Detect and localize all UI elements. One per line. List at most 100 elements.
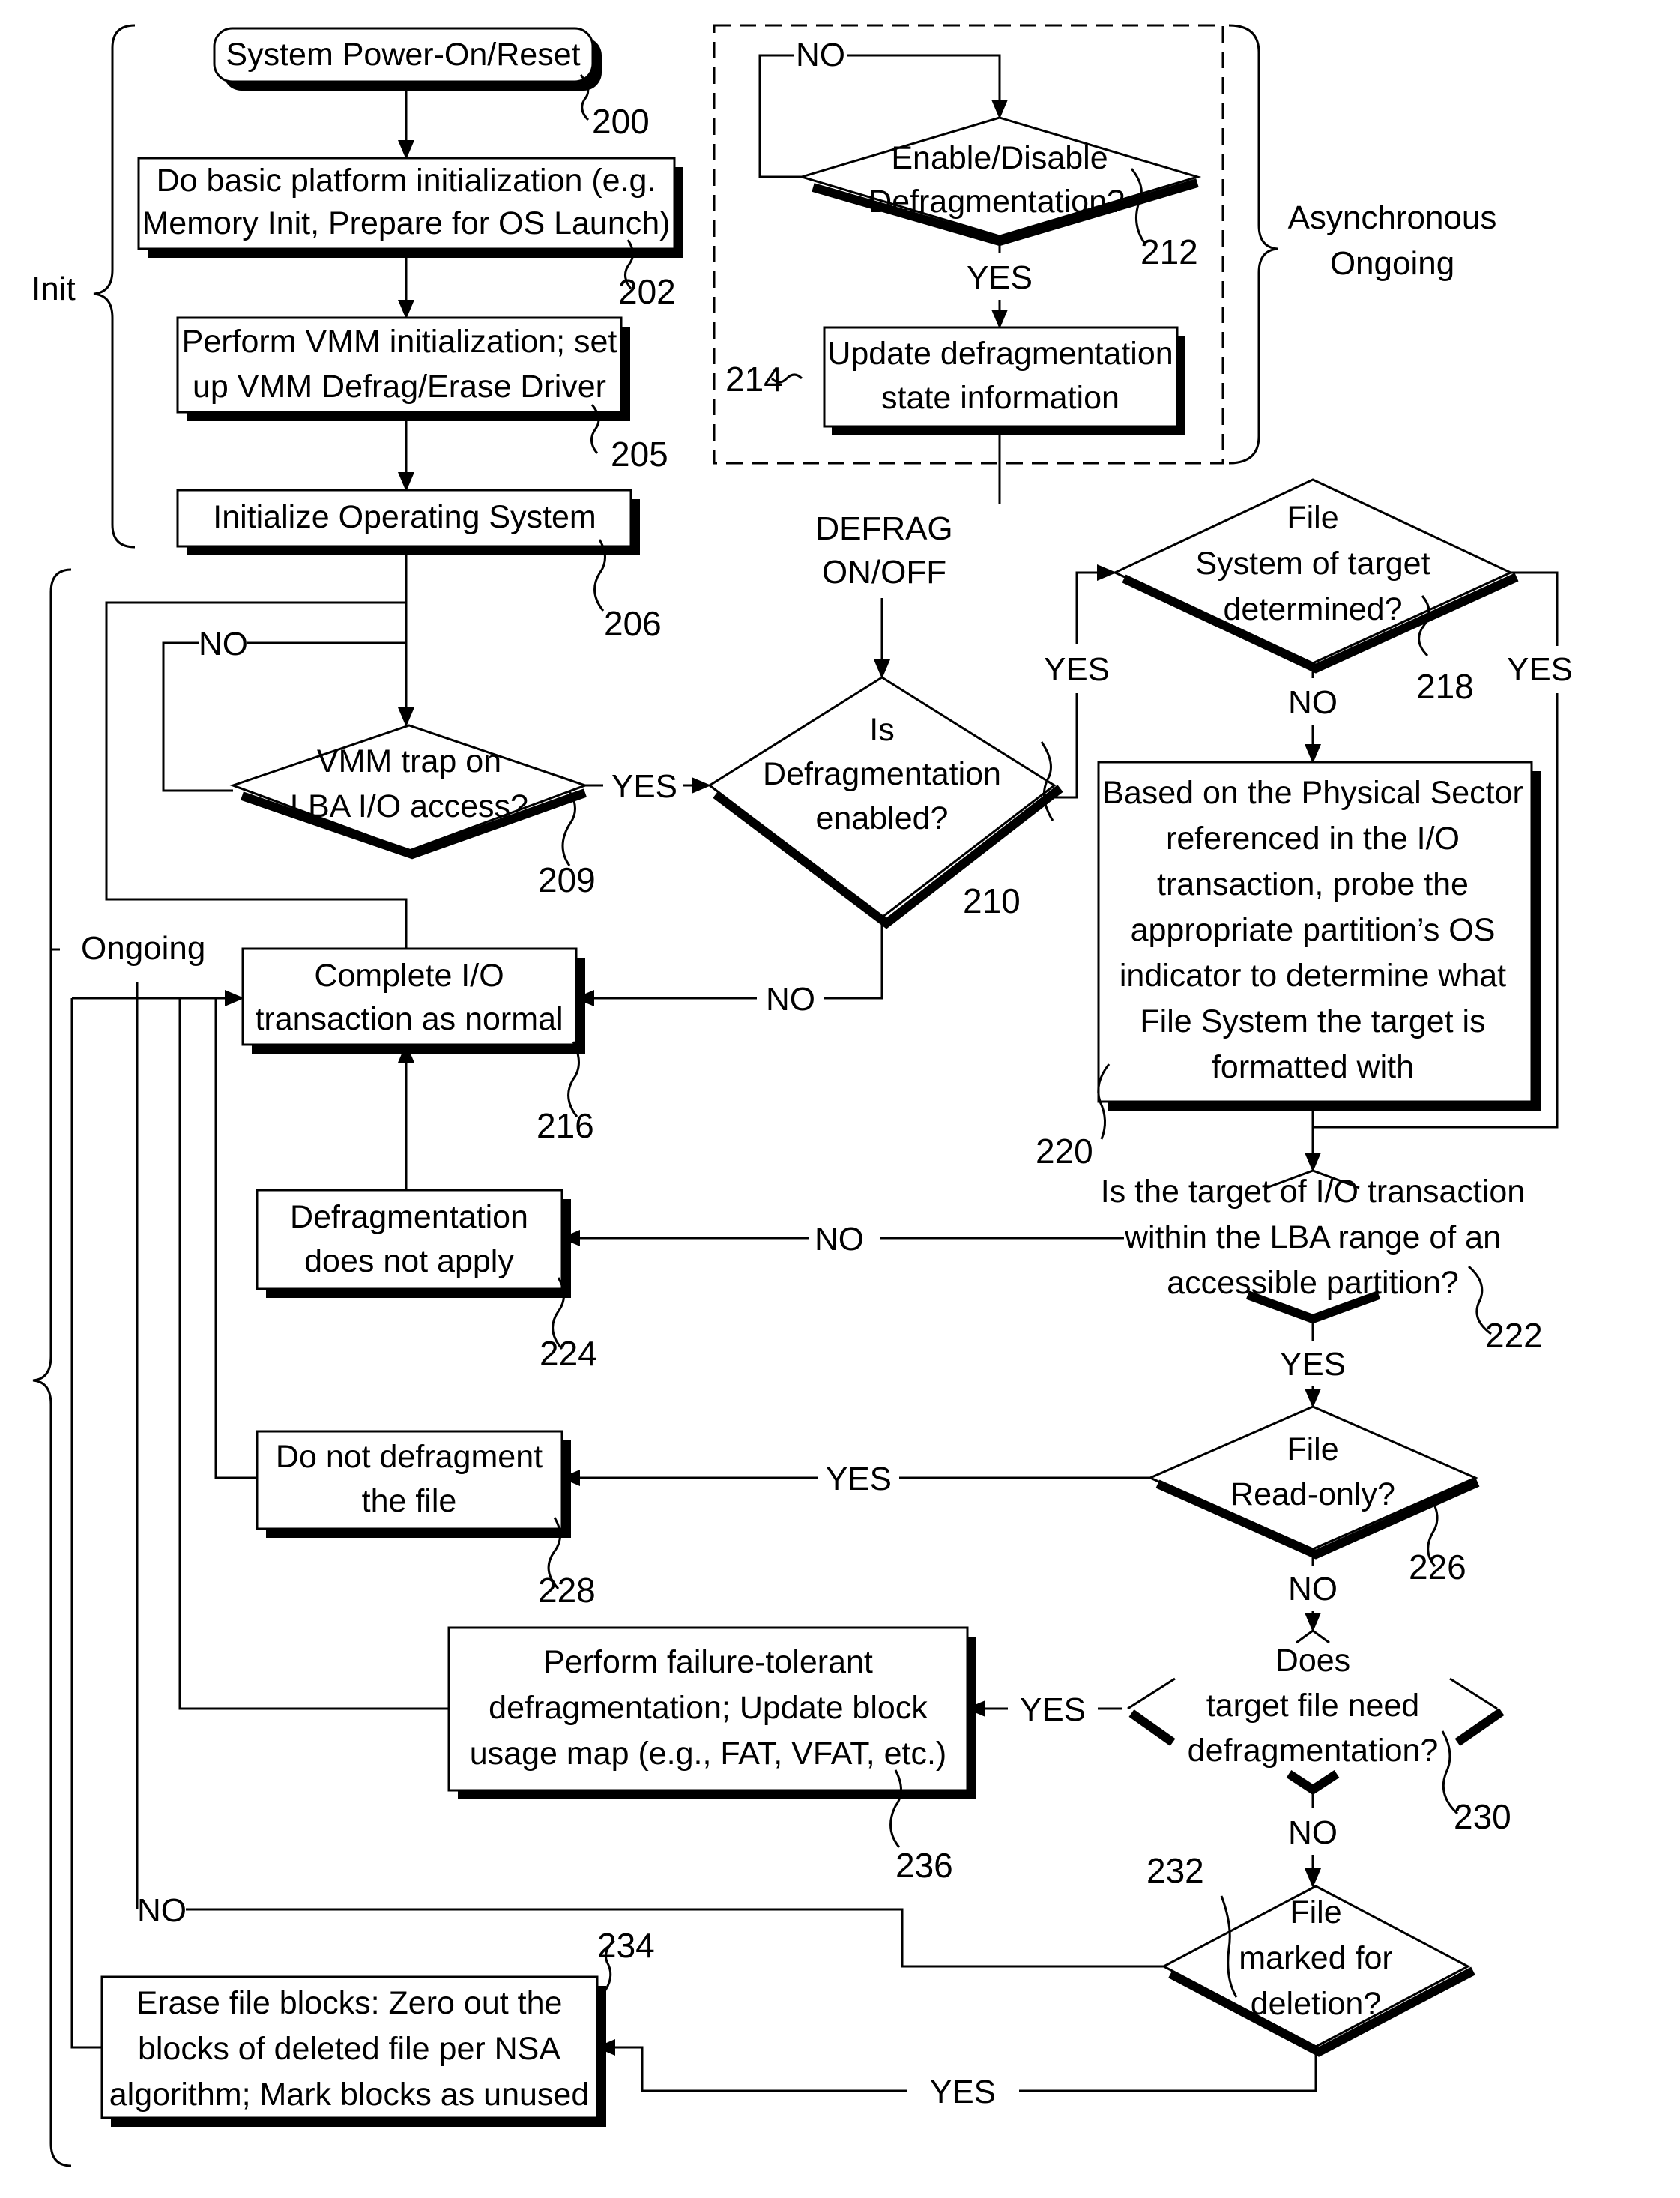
- node-234-line-3: algorithm; Mark blocks as unused: [109, 2077, 590, 2113]
- node-206-text: Initialize Operating System: [213, 499, 596, 535]
- node-220-line-6: File System the target is: [1140, 1003, 1485, 1039]
- node-236-line-2: defragmentation; Update block: [489, 1690, 928, 1726]
- decision-230-line-2: target file need: [1206, 1688, 1419, 1724]
- edge-209-yes-label: YES: [611, 768, 677, 805]
- decision-232-line-2: marked for: [1239, 1940, 1393, 1976]
- node-205: Perform VMM initialization; set up VMM D…: [176, 316, 630, 421]
- ref-222: 222: [1485, 1316, 1543, 1355]
- edge-222-no-label: NO: [815, 1221, 864, 1257]
- node-200-text: System Power-On/Reset: [226, 37, 580, 73]
- edge-218-no-label: NO: [1288, 684, 1338, 721]
- ref-218: 218: [1416, 667, 1474, 706]
- edge-218-yes-label: YES: [1507, 651, 1573, 688]
- decision-226-line-2: Read-only?: [1230, 1476, 1395, 1512]
- node-228: Do not defragment the file: [256, 1430, 571, 1538]
- ref-206: 206: [604, 604, 662, 643]
- decision-222: Is the target of I/O transaction within …: [1101, 1169, 1525, 1324]
- decision-210-line-1: Is: [869, 712, 894, 748]
- node-216-line-2: transaction as normal: [255, 1001, 563, 1037]
- decision-209: VMM trap on LBA I/O access?: [229, 724, 589, 860]
- edge-210-yes-label: YES: [1044, 651, 1110, 688]
- edge-212-yes-label: YES: [967, 259, 1033, 296]
- ref-224: 224: [540, 1334, 597, 1373]
- node-205-line-1: Perform VMM initialization; set: [182, 324, 617, 360]
- flowchart: Init Ongoing Asynchronous Ongoing System…: [31, 24, 1573, 2167]
- async-bracket-label-1: Asynchronous: [1288, 199, 1497, 236]
- node-214: Update defragmentation state information: [823, 326, 1185, 435]
- decision-210-line-2: Defragmentation: [763, 756, 1001, 792]
- ref-200: 200: [592, 102, 650, 141]
- node-202: Do basic platform initialization (e.g. M…: [137, 157, 683, 258]
- ref-210: 210: [963, 881, 1021, 920]
- async-bracket: [1228, 24, 1278, 465]
- node-228-line-2: the file: [362, 1483, 457, 1519]
- decision-218: File System of target determined?: [1112, 478, 1519, 674]
- decision-209-line-2: LBA I/O access?: [290, 788, 528, 824]
- decision-230: Does target file need defragmentation?: [1127, 1629, 1505, 1796]
- edge-230-yes-label: YES: [1020, 1691, 1086, 1728]
- defrag-signal-label-1: DEFRAG: [815, 510, 952, 547]
- ref-236: 236: [895, 1846, 953, 1885]
- decision-226: File Read-only?: [1147, 1405, 1480, 1560]
- node-216-line-1: Complete I/O: [314, 958, 504, 994]
- decision-212-line-1: Enable/Disable: [891, 140, 1108, 176]
- node-214-line-2: state information: [881, 380, 1120, 416]
- ref-226: 226: [1409, 1548, 1466, 1586]
- edge-210-no-label: NO: [766, 981, 815, 1018]
- decision-218-line-3: determined?: [1223, 591, 1402, 627]
- node-200: System Power-On/Reset: [213, 27, 602, 91]
- edge-226-no-label: NO: [1288, 1571, 1338, 1607]
- decision-230-line-3: defragmentation?: [1188, 1733, 1439, 1769]
- decision-210-line-3: enabled?: [816, 800, 949, 836]
- async-bracket-label-2: Ongoing: [1330, 245, 1454, 282]
- ref-202: 202: [618, 272, 676, 311]
- decision-226-line-1: File: [1287, 1431, 1338, 1467]
- ref-205: 205: [611, 435, 668, 474]
- node-236-line-1: Perform failure-tolerant: [543, 1644, 873, 1680]
- node-205-line-2: up VMM Defrag/Erase Driver: [193, 369, 606, 405]
- ref-230: 230: [1454, 1797, 1511, 1836]
- decision-222-line-2: within the LBA range of an: [1124, 1219, 1501, 1255]
- decision-230-line-1: Does: [1275, 1643, 1350, 1679]
- node-206: Initialize Operating System: [176, 489, 640, 555]
- node-202-line-1: Do basic platform initialization (e.g.: [157, 163, 656, 199]
- node-214-line-1: Update defragmentation: [827, 336, 1173, 372]
- node-224-line-2: does not apply: [304, 1243, 514, 1279]
- node-224-line-1: Defragmentation: [290, 1199, 528, 1235]
- decision-218-line-2: System of target: [1195, 546, 1430, 582]
- decision-212-line-2: Defragmentation?: [868, 184, 1125, 220]
- node-234-line-2: blocks of deleted file per NSA: [138, 2031, 560, 2067]
- ongoing-bracket: [32, 568, 72, 2167]
- node-220-line-2: referenced in the I/O: [1166, 821, 1460, 857]
- node-202-line-2: Memory Init, Prepare for OS Launch): [142, 205, 670, 241]
- node-228-line-1: Do not defragment: [276, 1439, 543, 1475]
- node-220: Based on the Physical Sector referenced …: [1097, 761, 1541, 1111]
- init-bracket-label: Init: [31, 271, 76, 307]
- node-236-line-3: usage map (e.g., FAT, VFAT, etc.): [470, 1736, 947, 1772]
- ongoing-bracket-label: Ongoing: [81, 930, 205, 967]
- edge-212-no-label: NO: [796, 37, 845, 73]
- ref-214: 214: [725, 360, 783, 399]
- decision-209-line-1: VMM trap on: [317, 743, 501, 779]
- ref-228: 228: [538, 1571, 596, 1610]
- edge-230-no-label: NO: [1288, 1814, 1338, 1851]
- decision-222-line-1: Is the target of I/O transaction: [1101, 1174, 1525, 1210]
- edge-209-no-label: NO: [199, 626, 248, 662]
- ref-209: 209: [538, 860, 596, 899]
- ref-216: 216: [537, 1106, 594, 1145]
- node-220-line-5: indicator to determine what: [1120, 958, 1506, 994]
- edge-226-yes-label: YES: [826, 1461, 892, 1497]
- node-216: Complete I/O transaction as normal: [241, 947, 585, 1054]
- node-220-line-3: transaction, probe the: [1157, 866, 1469, 902]
- ref-220: 220: [1036, 1132, 1093, 1171]
- decision-232-line-3: deletion?: [1251, 1986, 1382, 2022]
- decision-232: File marked for deletion?: [1161, 1885, 1475, 2057]
- edge-232-no-label: NO: [137, 1892, 187, 1929]
- decision-218-line-1: File: [1287, 500, 1338, 536]
- init-bracket: [93, 24, 136, 549]
- edge-232-yes-label: YES: [930, 2074, 996, 2110]
- ref-234: 234: [597, 1926, 655, 1965]
- node-220-line-1: Based on the Physical Sector: [1102, 775, 1523, 811]
- node-220-line-4: appropriate partition’s OS: [1131, 912, 1496, 948]
- decision-232-line-1: File: [1290, 1894, 1341, 1930]
